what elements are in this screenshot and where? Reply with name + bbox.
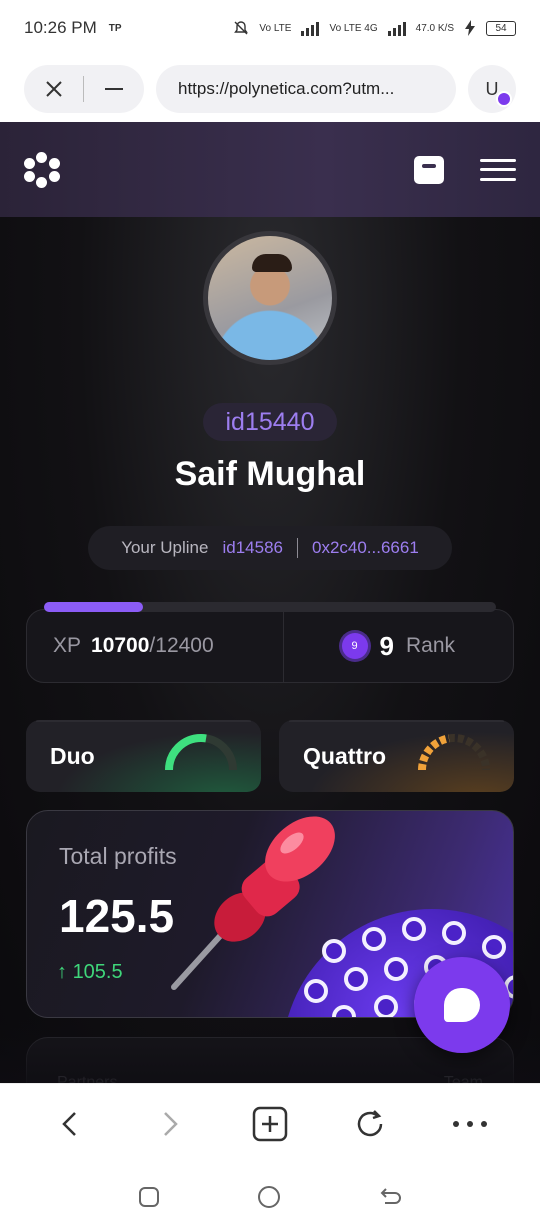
net-speed: 47.0 K/S xyxy=(415,22,454,34)
close-icon[interactable] xyxy=(44,79,64,99)
back-button[interactable] xyxy=(45,1099,95,1149)
partners-label: Partners xyxy=(57,1074,118,1083)
app-header xyxy=(0,122,540,217)
reload-icon xyxy=(357,1109,383,1136)
carrier-tag: TP xyxy=(108,22,122,34)
profits-delta-value: 105.5 xyxy=(72,961,123,983)
profits-title: Total profits xyxy=(59,843,177,869)
signal-icon xyxy=(387,20,406,36)
add-tab-icon xyxy=(252,1106,288,1141)
rank-badge-icon: 9 xyxy=(341,633,368,659)
xp-label: XP xyxy=(53,634,82,657)
extension-badge-icon xyxy=(496,91,512,107)
profile-button[interactable]: U xyxy=(468,65,516,113)
xp-section: XP 10700/12400 xyxy=(27,610,284,682)
minus-icon[interactable] xyxy=(103,79,125,99)
avatar[interactable] xyxy=(203,231,337,365)
xp-target: 12400 xyxy=(155,634,214,657)
team-label: Team xyxy=(443,1074,483,1083)
profits-delta: ↑ 105.5 xyxy=(57,961,123,984)
hamburger-menu-icon[interactable] xyxy=(480,158,516,181)
network-2: Vo LTE 4G xyxy=(329,22,378,34)
program-name: Duo xyxy=(50,742,95,769)
status-icons: Vo LTE Vo LTE 4G 47.0 K/S 54 xyxy=(233,20,516,36)
divider xyxy=(82,76,84,102)
mute-bell-icon xyxy=(234,21,249,35)
signal-icon xyxy=(301,20,320,36)
program-card-quattro[interactable]: Quattro xyxy=(279,720,514,792)
status-bar: 10:26 PM TP Vo LTE Vo LTE 4G 47.0 K/S 54 xyxy=(0,0,540,56)
user-name: Saif Mughal xyxy=(174,455,366,493)
polynetica-logo[interactable] xyxy=(24,151,60,188)
tabs-button[interactable] xyxy=(245,1099,295,1149)
gauge-icon xyxy=(165,734,237,771)
upline-info: Your Upline id14586 0x2c40...6661 xyxy=(88,526,452,570)
charging-icon xyxy=(465,20,475,36)
system-navigation xyxy=(0,1163,540,1230)
xp-current: 10700 xyxy=(91,634,150,657)
back-icon[interactable] xyxy=(377,1185,403,1209)
recents-icon[interactable] xyxy=(137,1185,161,1209)
browser-toolbar xyxy=(0,1083,540,1163)
more-dots-icon xyxy=(453,1120,487,1127)
gauge-icon xyxy=(418,734,490,771)
url-field[interactable]: https://polynetica.com?utm... xyxy=(156,65,456,113)
chevron-left-icon xyxy=(62,1111,76,1136)
reload-button[interactable] xyxy=(345,1099,395,1149)
upline-label: Your Upline xyxy=(121,538,209,557)
home-icon[interactable] xyxy=(256,1184,282,1210)
profits-value: 125.5 xyxy=(59,890,175,942)
upline-address-link[interactable]: 0x2c40...6661 xyxy=(312,538,419,558)
browser-url-bar: https://polynetica.com?utm... U xyxy=(0,56,540,122)
program-card-duo[interactable]: Duo xyxy=(26,720,261,792)
divider xyxy=(296,538,298,558)
chat-button[interactable] xyxy=(414,957,510,1053)
wallet-icon[interactable] xyxy=(414,155,444,184)
xp-progress-fill xyxy=(44,602,144,612)
dashboard-main: id15440 Saif Mughal Your Upline id14586 … xyxy=(0,217,540,1083)
rank-label: Rank xyxy=(405,634,455,657)
battery-icon: 54 xyxy=(486,20,516,36)
rank-value: 9 xyxy=(379,630,394,661)
arrow-up-icon: ↑ xyxy=(57,961,67,983)
xp-rank-card: XP 10700/12400 9 9 Rank xyxy=(26,609,514,683)
program-name: Quattro xyxy=(303,742,387,769)
pushpin-icon xyxy=(171,816,335,990)
xp-progress-bar xyxy=(44,602,496,612)
chat-bubble-icon xyxy=(444,988,480,1022)
more-button[interactable] xyxy=(445,1099,495,1149)
chevron-right-icon xyxy=(164,1111,178,1136)
upline-id-link[interactable]: id14586 xyxy=(222,538,283,558)
network-1: Vo LTE xyxy=(259,22,292,34)
header-actions xyxy=(414,155,516,184)
tab-controls xyxy=(24,65,144,113)
status-time: 10:26 PM xyxy=(24,18,97,37)
forward-button[interactable] xyxy=(145,1099,195,1149)
rank-section: 9 9 Rank xyxy=(284,610,514,682)
user-id-badge[interactable]: id15440 xyxy=(203,403,337,441)
